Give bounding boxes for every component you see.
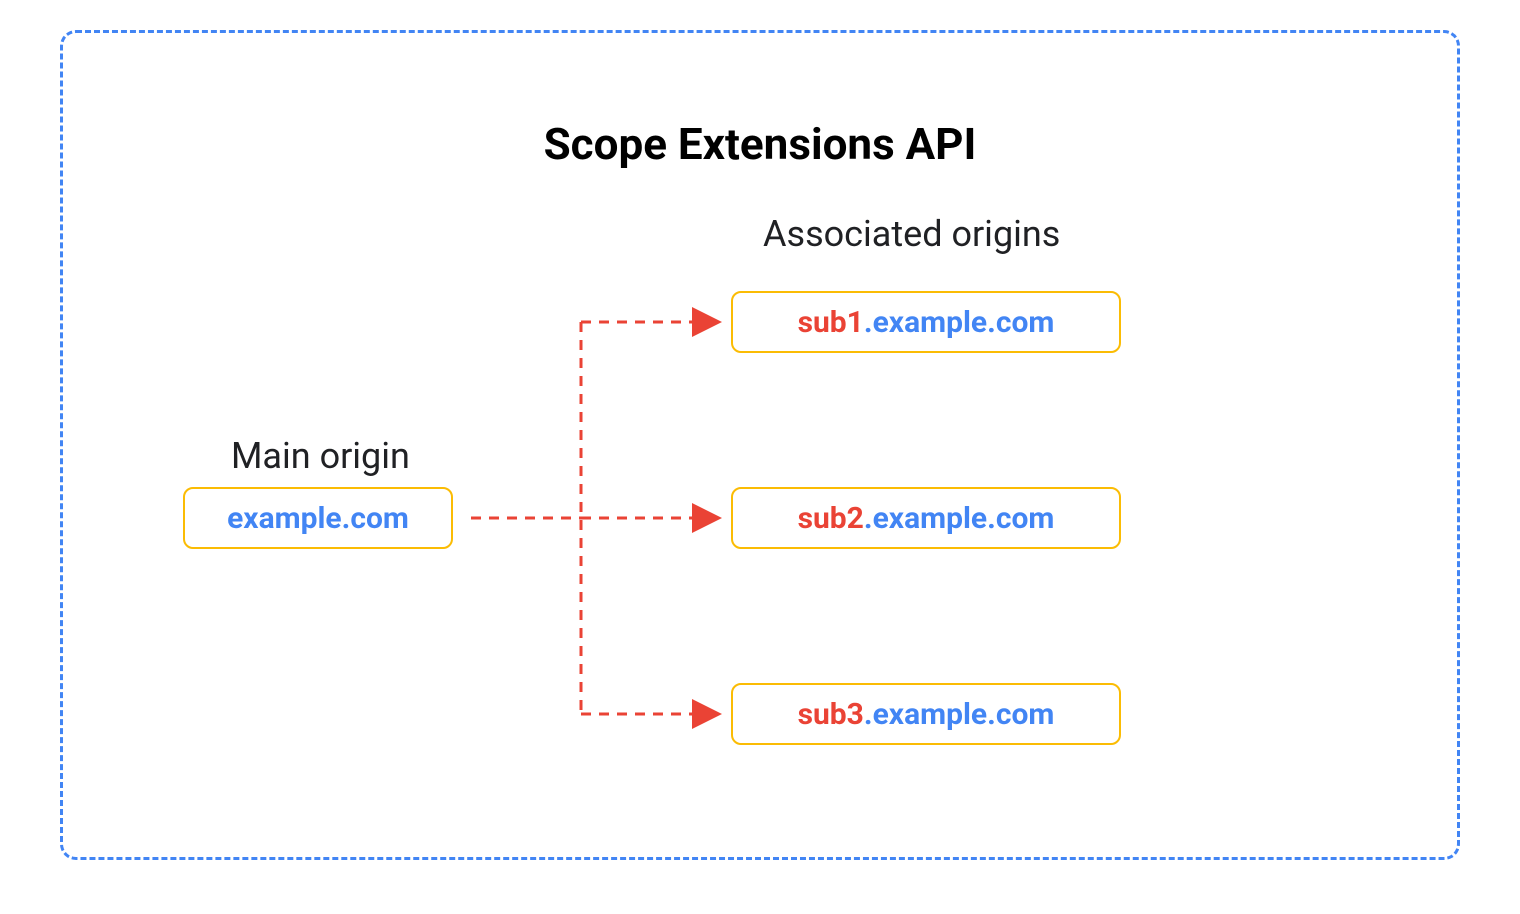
associated-origin-box-3: sub3.example.com <box>731 683 1121 745</box>
associated-origin-text-3: sub3.example.com <box>798 697 1055 732</box>
main-origin-box: example.com <box>183 487 453 549</box>
diagram-title: Scope Extensions API <box>544 118 977 170</box>
associated-origin-text-2: sub2.example.com <box>798 501 1055 536</box>
associated-origin-text-1: sub1.example.com <box>798 305 1055 340</box>
associated-origin-box-1: sub1.example.com <box>731 291 1121 353</box>
associated-origins-label: Associated origins <box>763 213 1060 255</box>
main-origin-domain: example.com <box>227 501 409 536</box>
scope-extensions-container: Scope Extensions API Main origin Associa… <box>60 30 1460 860</box>
main-origin-label: Main origin <box>231 435 410 477</box>
connection-arrows <box>471 291 731 745</box>
associated-origin-box-2: sub2.example.com <box>731 487 1121 549</box>
